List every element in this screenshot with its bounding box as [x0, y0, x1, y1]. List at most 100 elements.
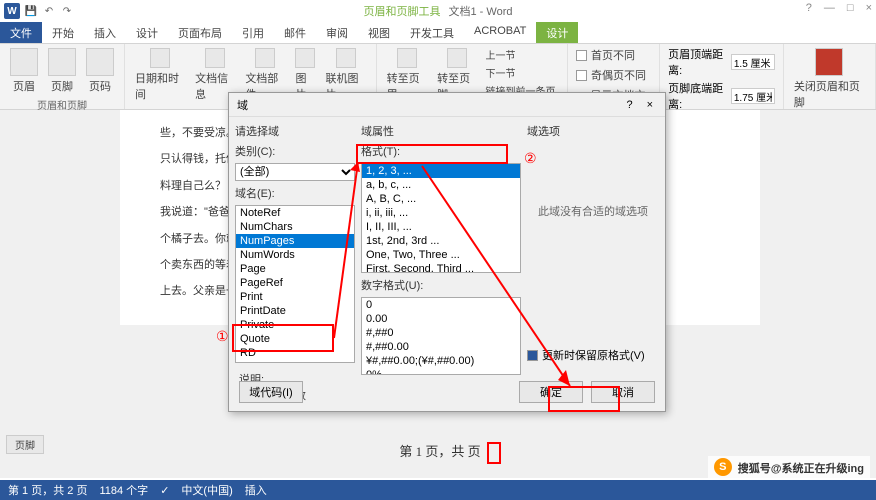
- page-number-icon: [86, 48, 114, 76]
- footer-icon: [48, 48, 76, 76]
- status-language[interactable]: 中文(中国): [181, 482, 232, 498]
- list-item[interactable]: I, II, III, ...: [362, 220, 520, 234]
- list-item[interactable]: Ref: [236, 360, 354, 363]
- category-select[interactable]: (全部): [235, 163, 355, 181]
- list-item[interactable]: a, b, c, ...: [362, 178, 520, 192]
- tab-layout[interactable]: 页面布局: [168, 22, 232, 43]
- odd-even-different-check[interactable]: 奇偶页不同: [576, 66, 651, 84]
- list-item[interactable]: i, ii, iii, ...: [362, 206, 520, 220]
- tab-header-footer-design[interactable]: 设计: [536, 22, 578, 43]
- status-bar: 第 1 页，共 2 页 1184 个字 ✓ 中文(中国) 插入: [0, 480, 876, 500]
- list-item[interactable]: 0%: [362, 368, 520, 375]
- list-item[interactable]: NumPages: [236, 234, 354, 248]
- header-icon: [10, 48, 38, 76]
- format-list[interactable]: 1, 2, 3, ...a, b, c, ...A, B, C, ...i, i…: [361, 163, 521, 273]
- page-footer-text[interactable]: 第 1 页，共 页: [120, 441, 760, 460]
- dialog-help-icon[interactable]: ?: [626, 99, 632, 111]
- list-item[interactable]: Page: [236, 262, 354, 276]
- datetime-button[interactable]: 日期和时间: [133, 46, 187, 104]
- tab-view[interactable]: 视图: [358, 22, 400, 43]
- datetime-icon: [150, 48, 170, 68]
- list-item[interactable]: Quote: [236, 332, 354, 346]
- status-page[interactable]: 第 1 页，共 2 页: [8, 482, 87, 498]
- format-label: 格式(T):: [361, 143, 521, 159]
- tab-file[interactable]: 文件: [0, 22, 42, 43]
- field-name-label: 域名(E):: [235, 185, 355, 201]
- footer-bottom-distance[interactable]: 页脚底端距离:: [668, 80, 775, 112]
- page-number-button[interactable]: 页码: [84, 46, 116, 96]
- quick-parts-icon: [255, 48, 275, 68]
- preserve-format-check[interactable]: 更新时保留原格式(V): [527, 347, 659, 363]
- field-codes-button[interactable]: 域代码(I): [239, 381, 303, 403]
- title-bar: W 💾 ↶ ↷ 页眉和页脚工具 文档1 - Word ? — □ ×: [0, 0, 876, 22]
- close-hf-icon: [815, 48, 843, 76]
- list-item[interactable]: First, Second, Third ...: [362, 262, 520, 273]
- doc-info-icon: [205, 48, 225, 68]
- online-picture-icon: [336, 48, 356, 68]
- list-item[interactable]: A, B, C, ...: [362, 192, 520, 206]
- tab-developer[interactable]: 开发工具: [400, 22, 464, 43]
- status-spell-icon[interactable]: ✓: [160, 484, 169, 497]
- undo-icon[interactable]: ↶: [42, 4, 56, 18]
- category-label: 类别(C):: [235, 143, 355, 159]
- next-section-button[interactable]: 下一节: [486, 64, 560, 81]
- maximize-icon[interactable]: □: [847, 2, 854, 14]
- list-item[interactable]: PageRef: [236, 276, 354, 290]
- prev-section-button[interactable]: 上一节: [486, 46, 560, 63]
- footer-tab-label: 页脚: [6, 435, 44, 454]
- footer-distance-input[interactable]: [731, 88, 775, 104]
- list-item[interactable]: Private: [236, 318, 354, 332]
- ok-button[interactable]: 确定: [519, 381, 583, 403]
- annotation-circle-2: ②: [524, 150, 537, 167]
- footer-button[interactable]: 页脚: [46, 46, 78, 96]
- window-controls: ? — □ ×: [806, 2, 872, 14]
- list-item[interactable]: PrintDate: [236, 304, 354, 318]
- quick-access-toolbar: W 💾 ↶ ↷: [4, 3, 74, 19]
- numformat-list[interactable]: 00.00#,##0#,##0.00¥#,##0.00;(¥#,##0.00)0…: [361, 297, 521, 375]
- list-item[interactable]: NumChars: [236, 220, 354, 234]
- list-item[interactable]: One, Two, Three ...: [362, 248, 520, 262]
- select-field-label: 请选择域: [235, 123, 355, 139]
- ribbon-tabs: 文件 开始 插入 设计 页面布局 引用 邮件 审阅 视图 开发工具 ACROBA…: [0, 22, 876, 44]
- list-item[interactable]: 1st, 2nd, 3rd ...: [362, 234, 520, 248]
- list-item[interactable]: ¥#,##0.00;(¥#,##0.00): [362, 354, 520, 368]
- list-item[interactable]: 1, 2, 3, ...: [362, 164, 520, 178]
- status-word-count[interactable]: 1184 个字: [99, 482, 148, 498]
- help-icon[interactable]: ?: [806, 2, 812, 14]
- tab-references[interactable]: 引用: [232, 22, 274, 43]
- ribbon-group-position: 页眉顶端距离: 页脚底端距离: 插入"对齐方式"选项卡 位置: [660, 44, 784, 109]
- close-header-footer-button[interactable]: 关闭页眉和页脚: [792, 46, 867, 112]
- checkbox-icon: [576, 50, 587, 61]
- list-item[interactable]: #,##0: [362, 326, 520, 340]
- sohu-logo-icon: S: [714, 458, 732, 476]
- tab-insert[interactable]: 插入: [84, 22, 126, 43]
- list-item[interactable]: 0: [362, 298, 520, 312]
- tab-home[interactable]: 开始: [42, 22, 84, 43]
- list-item[interactable]: #,##0.00: [362, 340, 520, 354]
- save-icon[interactable]: 💾: [24, 4, 38, 18]
- redo-icon[interactable]: ↷: [60, 4, 74, 18]
- header-distance-input[interactable]: [731, 54, 775, 70]
- list-item[interactable]: Print: [236, 290, 354, 304]
- ribbon-group-header-footer: 页眉 页脚 页码 页眉和页脚: [0, 44, 125, 109]
- list-item[interactable]: NumWords: [236, 248, 354, 262]
- minimize-icon[interactable]: —: [824, 2, 835, 14]
- dialog-select-field-column: 请选择域 类别(C): (全部) 域名(E): MergeFieldMergeR…: [235, 123, 355, 363]
- tab-design[interactable]: 设计: [126, 22, 168, 43]
- status-insert-mode[interactable]: 插入: [245, 482, 267, 498]
- close-icon[interactable]: ×: [866, 2, 872, 14]
- header-button[interactable]: 页眉: [8, 46, 40, 96]
- list-item[interactable]: 0.00: [362, 312, 520, 326]
- list-item[interactable]: NoteRef: [236, 206, 354, 220]
- cancel-button[interactable]: 取消: [591, 381, 655, 403]
- field-names-list[interactable]: MergeFieldMergeRecMergeSeqNextNextIfNote…: [235, 205, 355, 363]
- tool-context-label: 页眉和页脚工具: [364, 3, 441, 19]
- tab-acrobat[interactable]: ACROBAT: [464, 22, 536, 43]
- list-item[interactable]: RD: [236, 346, 354, 360]
- numformat-label: 数字格式(U):: [361, 277, 521, 293]
- first-page-different-check[interactable]: 首页不同: [576, 46, 651, 64]
- tab-review[interactable]: 审阅: [316, 22, 358, 43]
- tab-mail[interactable]: 邮件: [274, 22, 316, 43]
- dialog-close-icon[interactable]: ×: [643, 99, 657, 111]
- header-top-distance[interactable]: 页眉顶端距离:: [668, 46, 775, 78]
